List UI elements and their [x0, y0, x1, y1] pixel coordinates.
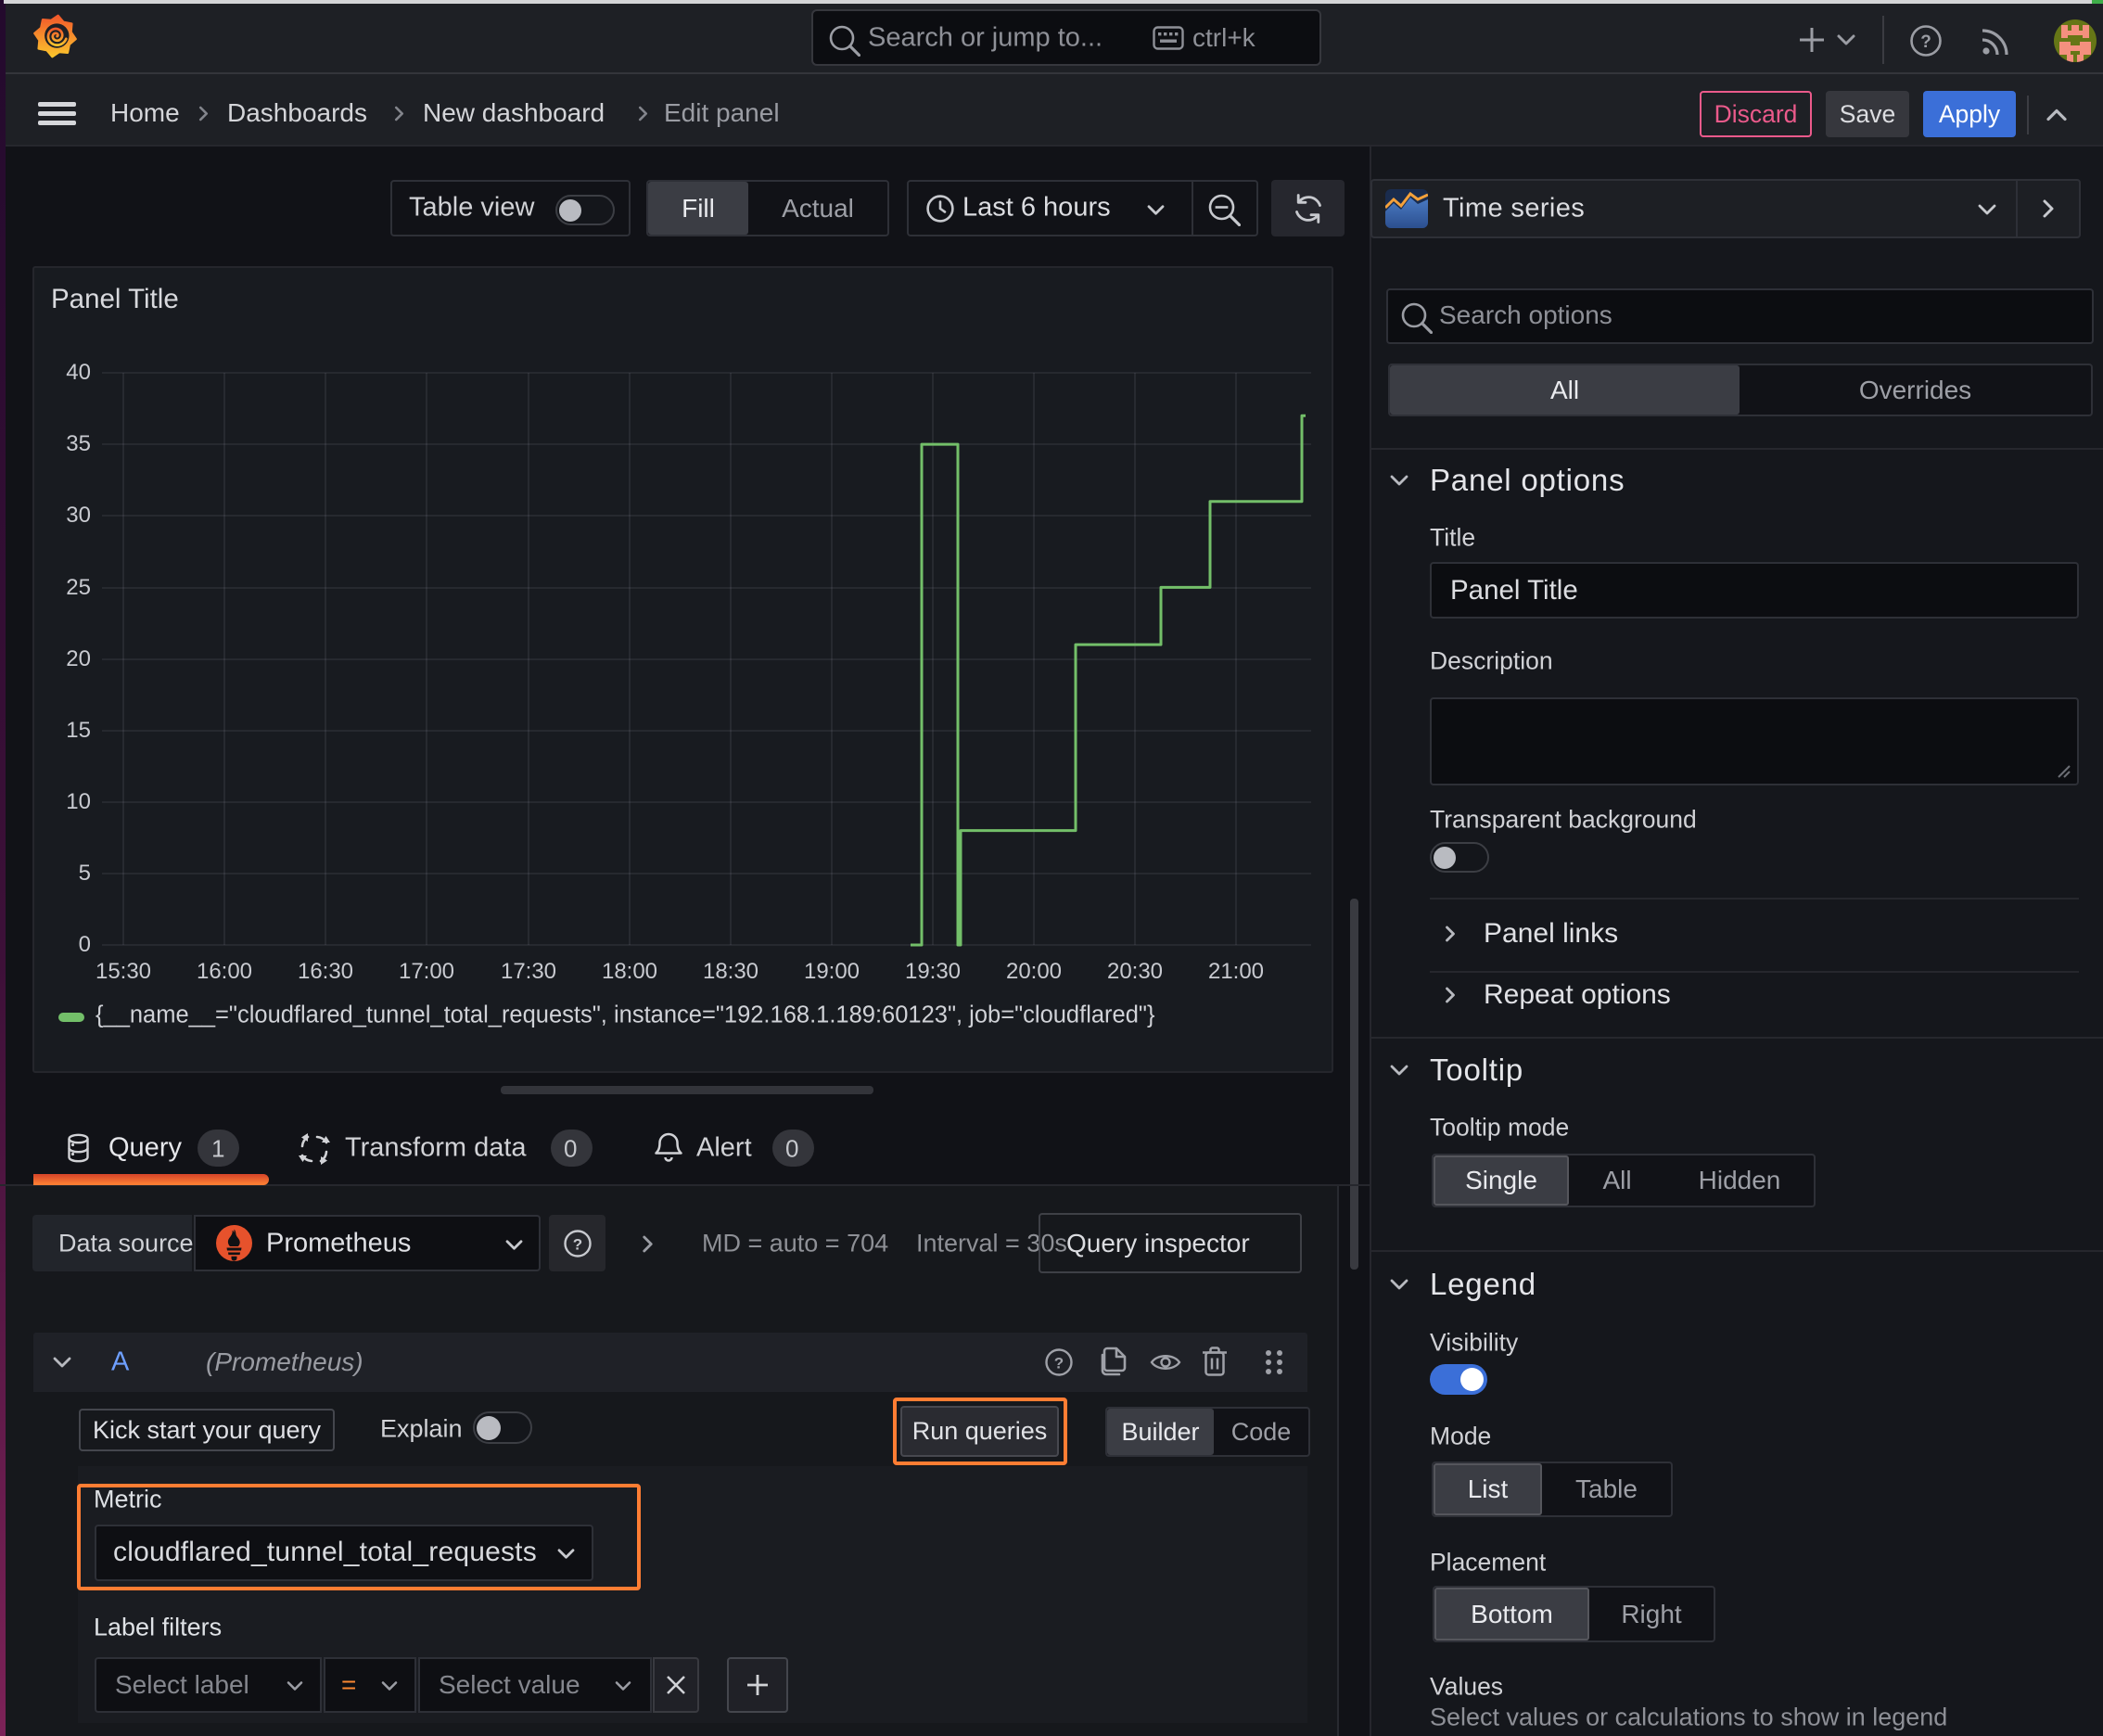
- svg-text:?: ?: [1920, 32, 1931, 52]
- svg-text:?: ?: [573, 1236, 582, 1254]
- svg-text:?: ?: [1054, 1355, 1064, 1372]
